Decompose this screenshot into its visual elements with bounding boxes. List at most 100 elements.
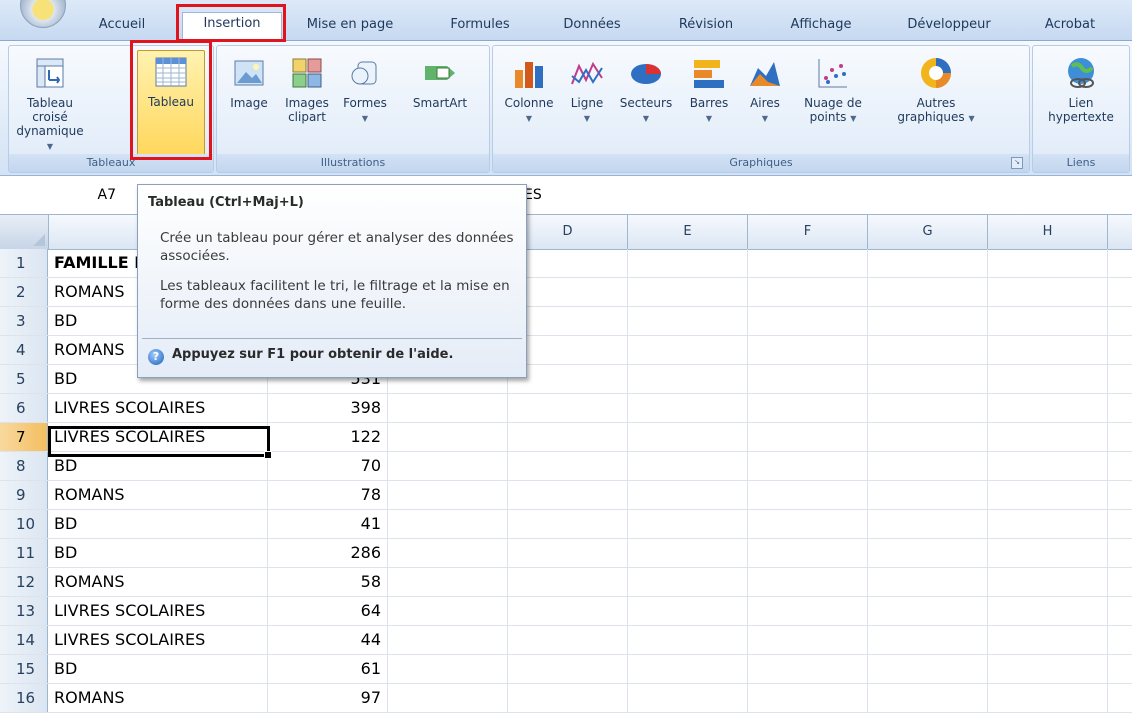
cell-h[interactable] [988,365,1108,393]
cell-f[interactable] [748,336,868,364]
clipart-button[interactable]: Images clipart [279,52,335,124]
cell-h[interactable] [988,539,1108,567]
cell-a[interactable]: ROMANS [48,481,268,509]
cell-c[interactable] [388,597,508,625]
image-button[interactable]: Image [221,52,277,110]
cell-e[interactable] [628,249,748,277]
cell-g[interactable] [868,655,988,683]
cell-d[interactable] [508,597,628,625]
cell-c[interactable] [388,568,508,596]
cell-f[interactable] [748,684,868,712]
column-header-h[interactable]: H [988,215,1108,249]
tab-mise-en-page[interactable]: Mise en page [300,14,400,36]
cell-d[interactable] [508,626,628,654]
cell-b[interactable]: 44 [268,626,388,654]
row-header[interactable]: 14 [0,626,48,654]
cell-c[interactable] [388,684,508,712]
cell-g[interactable] [868,568,988,596]
cell-h[interactable] [988,394,1108,422]
cell-f[interactable] [748,655,868,683]
cell-e[interactable] [628,510,748,538]
tab-affichage[interactable]: Affichage [776,14,866,36]
cell-a[interactable]: BD [48,510,268,538]
scatter-chart-button[interactable]: Nuage de points ▼ [793,52,873,126]
line-chart-button[interactable]: Ligne ▼ [563,52,611,126]
tab-donnees[interactable]: Données [552,14,632,36]
row-header[interactable]: 10 [0,510,48,538]
cell-c[interactable] [388,394,508,422]
cell-h[interactable] [988,307,1108,335]
area-chart-button[interactable]: Aires ▼ [739,52,791,126]
cell-h[interactable] [988,655,1108,683]
cell-f[interactable] [748,539,868,567]
column-header-g[interactable]: G [868,215,988,249]
cell-e[interactable] [628,481,748,509]
other-charts-button[interactable]: Autres graphiques ▼ [881,52,991,126]
row-header[interactable]: 8 [0,452,48,480]
column-header-e[interactable]: E [628,215,748,249]
cell-b[interactable]: 122 [268,423,388,451]
cell-g[interactable] [868,307,988,335]
cell-d[interactable] [508,452,628,480]
cell-b[interactable]: 64 [268,597,388,625]
hyperlink-button[interactable]: Lien hypertexte [1037,52,1125,124]
smartart-button[interactable]: SmartArt [395,52,485,110]
row-header[interactable]: 13 [0,597,48,625]
cell-b[interactable]: 58 [268,568,388,596]
cell-h[interactable] [988,684,1108,712]
dialog-launcher-icon[interactable]: ↘ [1011,157,1023,169]
cell-a[interactable]: ROMANS [48,568,268,596]
cell-f[interactable] [748,510,868,538]
cell-b[interactable]: 97 [268,684,388,712]
cell-f[interactable] [748,452,868,480]
cell-e[interactable] [628,365,748,393]
row-header[interactable]: 2 [0,278,48,306]
row-header[interactable]: 7 [0,423,48,451]
cell-f[interactable] [748,626,868,654]
cell-f[interactable] [748,278,868,306]
cell-e[interactable] [628,539,748,567]
cell-d[interactable] [508,481,628,509]
cell-e[interactable] [628,684,748,712]
cell-a[interactable]: BD [48,655,268,683]
office-button[interactable] [20,0,66,28]
cell-h[interactable] [988,452,1108,480]
cell-h[interactable] [988,510,1108,538]
tab-developpeur[interactable]: Développeur [894,14,1004,36]
cell-d[interactable] [508,394,628,422]
cell-h[interactable] [988,626,1108,654]
pivot-table-button[interactable]: Tableau croisé dynamique ▼ [13,52,87,154]
cell-b[interactable]: 398 [268,394,388,422]
cell-b[interactable]: 286 [268,539,388,567]
select-all-button[interactable] [0,215,49,249]
column-header-f[interactable]: F [748,215,868,249]
cell-b[interactable]: 41 [268,510,388,538]
cell-h[interactable] [988,568,1108,596]
cell-e[interactable] [628,626,748,654]
cell-h[interactable] [988,481,1108,509]
cell-f[interactable] [748,423,868,451]
cell-b[interactable]: 78 [268,481,388,509]
cell-c[interactable] [388,655,508,683]
cell-g[interactable] [868,510,988,538]
cell-g[interactable] [868,336,988,364]
row-header[interactable]: 9 [0,481,48,509]
cell-e[interactable] [628,452,748,480]
tab-acrobat[interactable]: Acrobat [1030,14,1110,36]
cell-g[interactable] [868,626,988,654]
cell-e[interactable] [628,597,748,625]
row-header[interactable]: 5 [0,365,48,393]
cell-f[interactable] [748,249,868,277]
cell-f[interactable] [748,394,868,422]
cell-g[interactable] [868,394,988,422]
cell-d[interactable] [508,539,628,567]
cell-a[interactable]: LIVRES SCOLAIRES [48,626,268,654]
cell-d[interactable] [508,684,628,712]
pie-chart-button[interactable]: Secteurs ▼ [613,52,679,126]
row-header[interactable]: 16 [0,684,48,712]
cell-g[interactable] [868,423,988,451]
cell-f[interactable] [748,568,868,596]
cell-c[interactable] [388,481,508,509]
cell-c[interactable] [388,626,508,654]
cell-d[interactable] [508,655,628,683]
